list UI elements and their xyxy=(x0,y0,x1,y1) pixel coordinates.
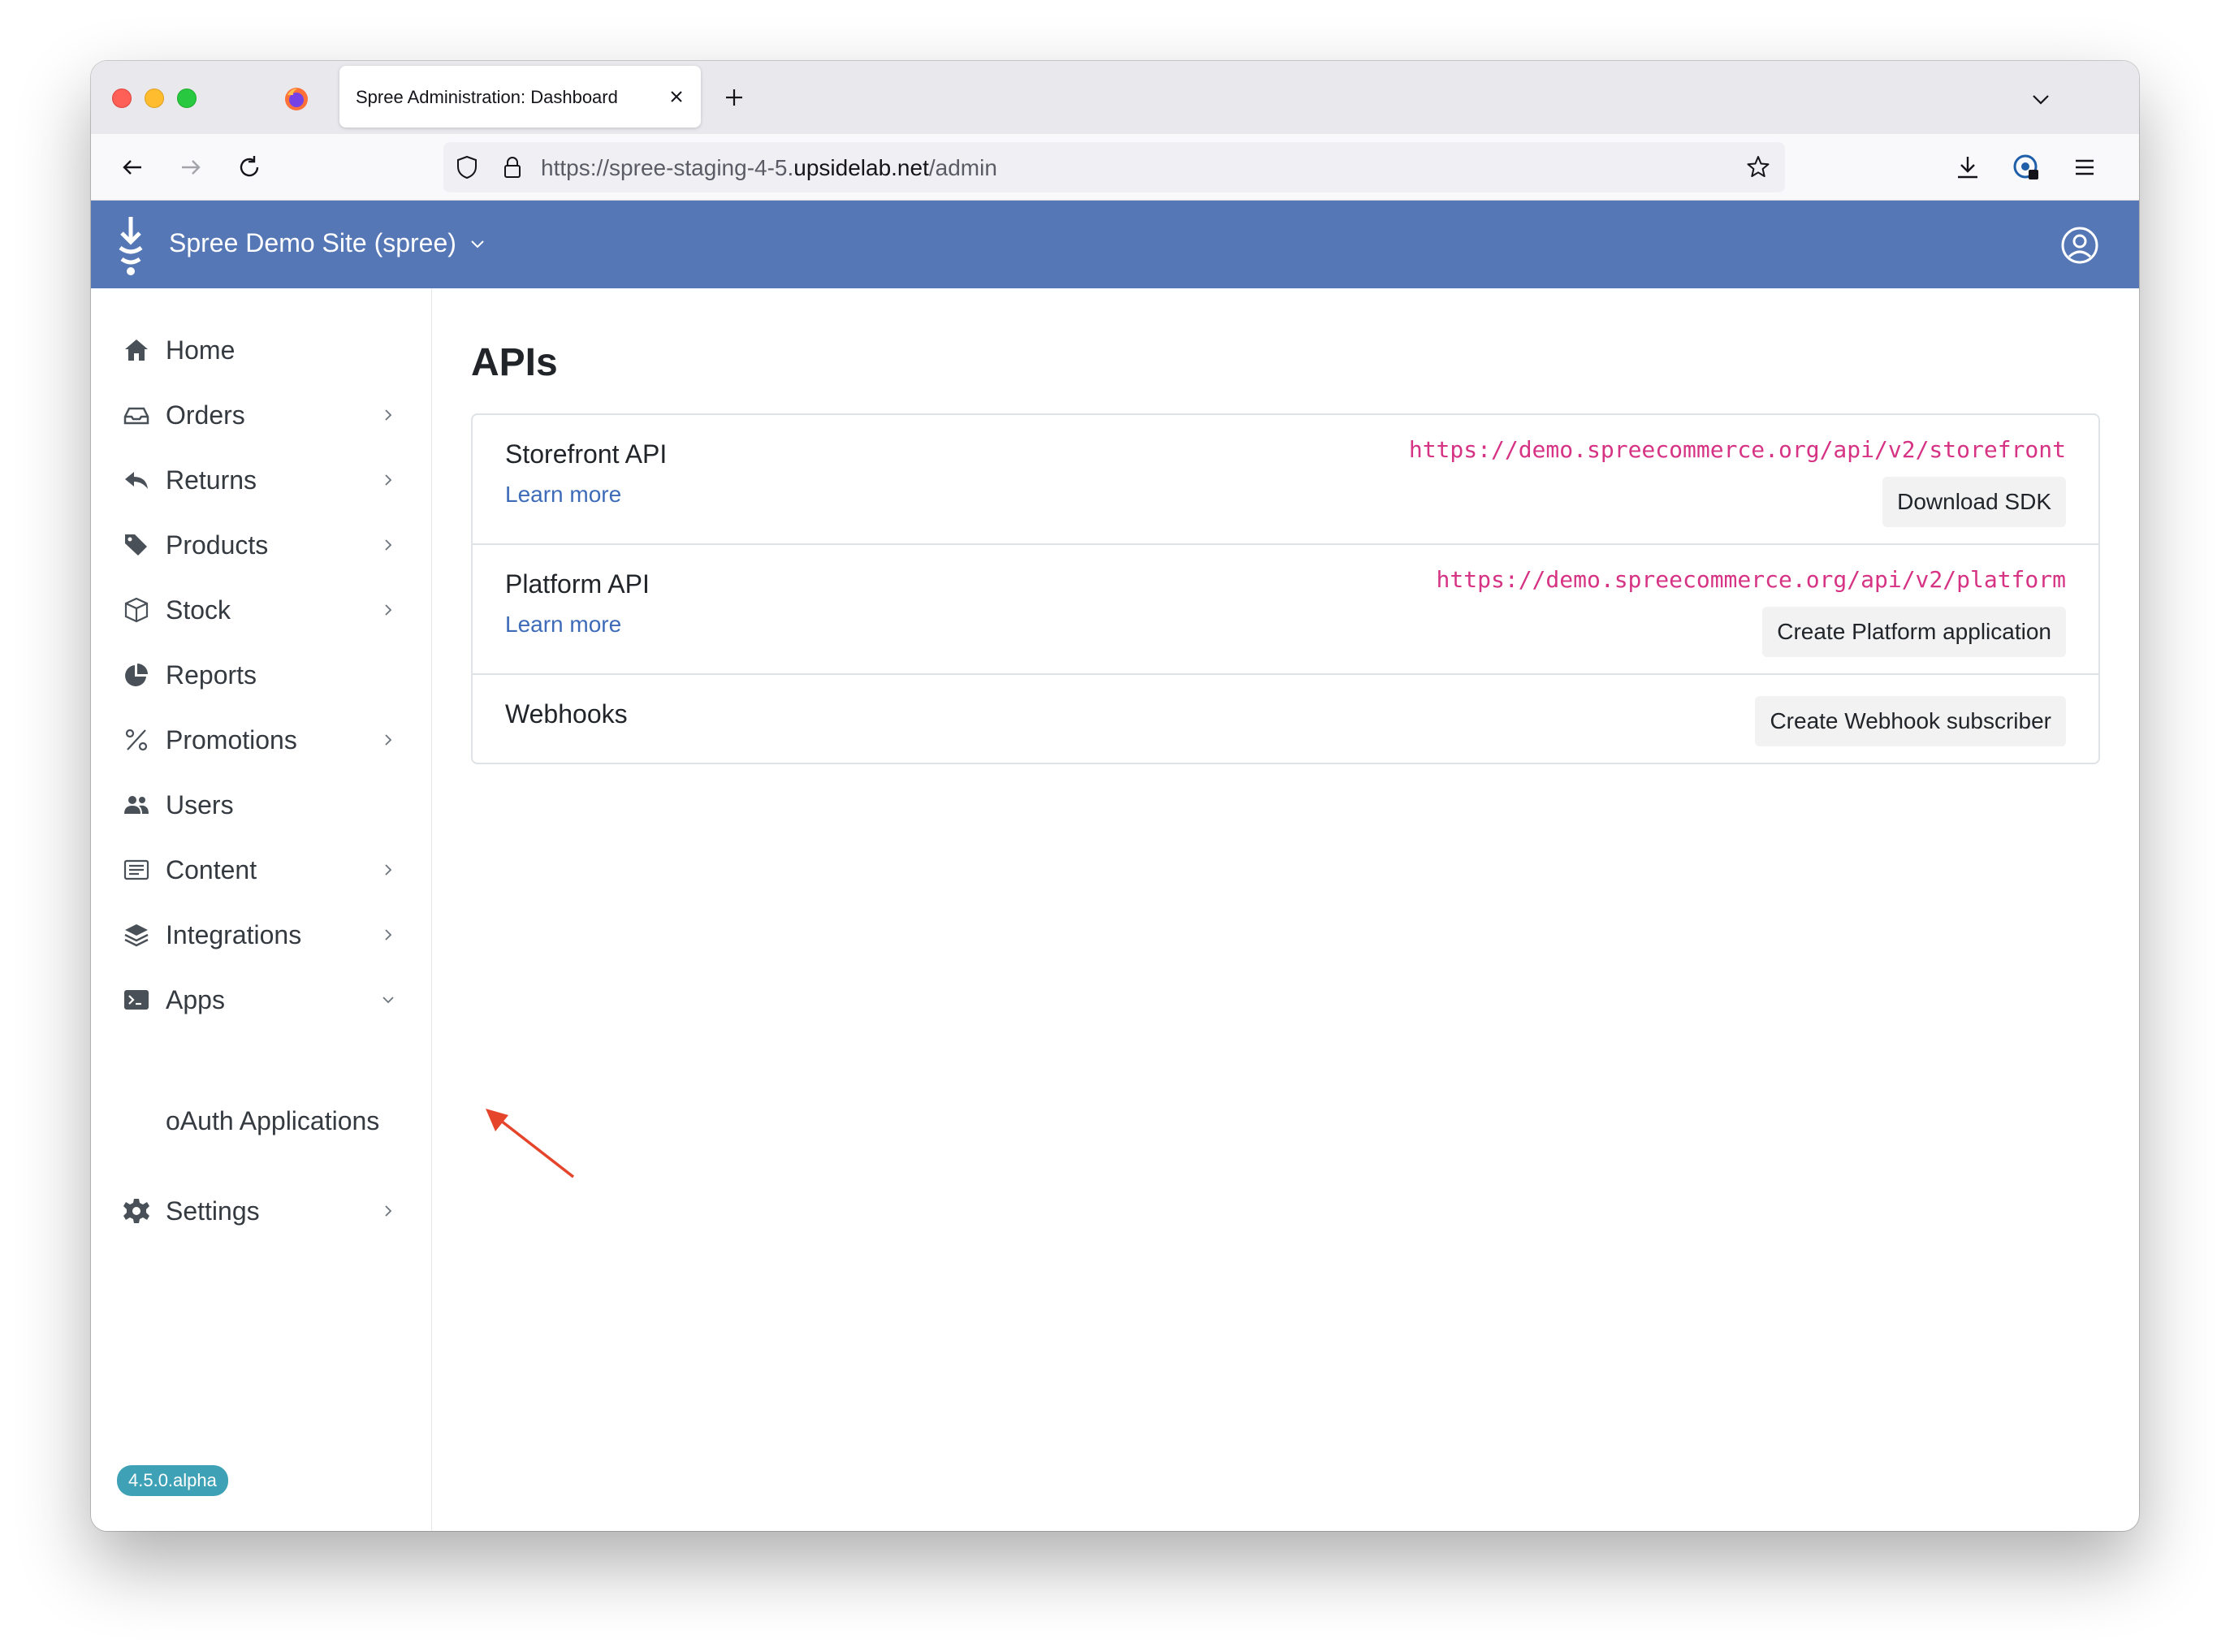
close-window-button[interactable] xyxy=(112,89,132,108)
sidebar-item-users[interactable]: Users xyxy=(122,781,406,829)
maximize-window-button[interactable] xyxy=(177,89,197,108)
url-domain: upsidelab.net xyxy=(793,155,929,180)
sidebar-item-label: Content xyxy=(166,854,257,884)
active-tab[interactable]: Spree Administration: Dashboard xyxy=(339,66,701,128)
sidebar-item-promotions[interactable]: Promotions xyxy=(122,716,406,764)
pie-chart-icon xyxy=(125,664,148,686)
row-title: Storefront API xyxy=(505,439,668,469)
lock-icon[interactable] xyxy=(499,154,526,181)
gear-icon xyxy=(123,1199,149,1223)
create-webhook-subscriber-button[interactable]: Create Webhook subscriber xyxy=(1755,696,2066,746)
sidebar-subitem-oauth-applications[interactable]: oAuth Applications xyxy=(166,1101,379,1141)
sidebar-item-label: Apps xyxy=(166,984,225,1014)
menu-icon[interactable] xyxy=(2069,152,2100,183)
download-icon[interactable] xyxy=(1952,152,1983,183)
create-platform-application-button[interactable]: Create Platform application xyxy=(1762,607,2066,657)
sidebar-item-products[interactable]: Products xyxy=(122,521,406,569)
content-icon xyxy=(123,859,149,880)
chevron-down-icon xyxy=(471,240,484,248)
sidebar-item-settings[interactable]: Settings xyxy=(122,1187,406,1235)
page-title: APIs xyxy=(471,341,558,384)
url-text[interactable]: https://spree-staging-4-5.upsidelab.net/… xyxy=(541,155,997,181)
store-selector[interactable]: Spree Demo Site (spree) xyxy=(169,228,487,258)
row-title: Webhooks xyxy=(505,699,628,729)
sidebar-item-label: Users xyxy=(166,789,234,820)
chevron-right-icon xyxy=(385,409,392,421)
percent-icon xyxy=(125,729,148,751)
learn-more-link[interactable]: Learn more xyxy=(505,482,621,508)
store-name: Spree Demo Site (spree) xyxy=(169,228,456,257)
sidebar-item-label: Integrations xyxy=(166,919,302,949)
firefox-icon xyxy=(285,88,308,110)
sidebar-item-orders[interactable]: Orders xyxy=(122,391,406,439)
sidebar-item-integrations[interactable]: Integrations xyxy=(122,910,406,959)
platform-api-row: Platform API Learn more https://demo.spr… xyxy=(473,545,2098,675)
tab-title: Spree Administration: Dashboard xyxy=(356,87,618,107)
main-content: APIs Storefront API Learn more https://d… xyxy=(432,288,2139,1531)
sidebar-item-label: Settings xyxy=(166,1196,260,1226)
storefront-api-row: Storefront API Learn more https://demo.s… xyxy=(473,415,2098,545)
sidebar-item-content[interactable]: Content xyxy=(122,845,406,894)
address-bar[interactable]: https://spree-staging-4-5.upsidelab.net/… xyxy=(443,142,1785,192)
chevron-down-icon xyxy=(382,997,394,1004)
chevron-right-icon xyxy=(385,604,392,616)
terminal-icon xyxy=(124,990,149,1010)
chevron-right-icon xyxy=(385,1205,392,1217)
sidebar-item-label: Home xyxy=(166,335,236,365)
spree-admin-header: Spree Demo Site (spree) xyxy=(91,201,2139,288)
back-icon[interactable] xyxy=(117,152,148,183)
tags-icon xyxy=(125,534,147,556)
sidebar-item-label: Orders xyxy=(166,400,245,430)
spree-logo-icon[interactable] xyxy=(110,214,151,277)
shield-icon[interactable] xyxy=(453,154,481,181)
sidebar-item-reports[interactable]: Reports xyxy=(122,651,406,699)
sidebar-item-label: Stock xyxy=(166,595,231,625)
chevron-right-icon xyxy=(385,474,392,486)
sidebar-item-label: Products xyxy=(166,530,269,560)
webhooks-row: Webhooks Create Webhook subscriber xyxy=(473,675,2098,764)
url-path: /admin xyxy=(928,155,997,180)
chevron-down-icon[interactable] xyxy=(2027,85,2055,113)
navigation-bar: https://spree-staging-4-5.upsidelab.net/… xyxy=(91,134,2139,201)
minimize-window-button[interactable] xyxy=(145,89,164,108)
sidebar-item-label: Promotions xyxy=(166,724,297,755)
forward-icon[interactable] xyxy=(175,152,206,183)
chevron-right-icon xyxy=(385,734,392,746)
sidebar-item-label: Returns xyxy=(166,465,257,495)
version-badge: 4.5.0.alpha xyxy=(117,1465,228,1496)
chevron-right-icon xyxy=(385,864,392,876)
apis-card: Storefront API Learn more https://demo.s… xyxy=(471,413,2100,764)
tab-bar: Spree Administration: Dashboard xyxy=(91,61,2139,134)
close-tab-icon[interactable] xyxy=(665,85,688,108)
inbox-icon xyxy=(123,407,149,425)
sidebar-item-stock[interactable]: Stock xyxy=(122,586,406,634)
api-url: https://demo.spreecommerce.org/api/v2/pl… xyxy=(1436,566,2066,593)
home-icon xyxy=(125,339,148,361)
browser-window: Spree Administration: Dashboard https://… xyxy=(91,61,2139,1531)
sidebar: Home Orders Returns Products Stock Repor… xyxy=(91,288,432,1531)
user-account-icon[interactable] xyxy=(2059,225,2100,266)
annotation-arrow-icon xyxy=(486,1109,575,1178)
row-title: Platform API xyxy=(505,569,650,599)
box-icon xyxy=(124,597,149,623)
users-icon xyxy=(124,796,149,814)
reply-icon xyxy=(125,472,148,489)
url-prefix: https://spree-staging-4-5. xyxy=(541,155,794,180)
reload-icon[interactable] xyxy=(234,152,265,183)
sidebar-item-apps[interactable]: Apps xyxy=(122,975,406,1024)
chevron-right-icon xyxy=(385,539,392,551)
sidebar-item-returns[interactable]: Returns xyxy=(122,456,406,504)
account-extension-icon[interactable] xyxy=(2011,152,2042,183)
learn-more-link[interactable]: Learn more xyxy=(505,612,621,638)
download-sdk-button[interactable]: Download SDK xyxy=(1882,477,2066,527)
layers-icon xyxy=(124,924,149,947)
api-url: https://demo.spreecommerce.org/api/v2/st… xyxy=(1408,436,2066,463)
new-tab-icon[interactable] xyxy=(720,84,748,111)
bookmark-star-icon[interactable] xyxy=(1744,154,1772,181)
sidebar-item-label: Reports xyxy=(166,660,257,690)
sidebar-item-home[interactable]: Home xyxy=(122,326,406,374)
chevron-right-icon xyxy=(385,929,392,941)
